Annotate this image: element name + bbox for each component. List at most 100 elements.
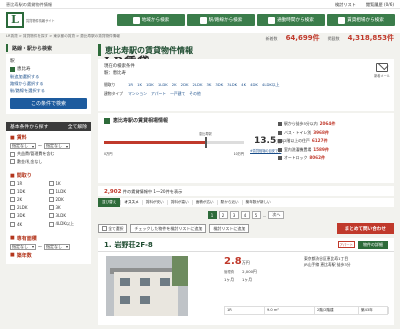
filter-link[interactable]: 1DK [146, 82, 154, 88]
type-link[interactable]: アパート [151, 91, 166, 97]
key-money-value: 1ヶ月 [242, 277, 253, 282]
filter-link[interactable]: 4DK [250, 82, 258, 88]
page-button[interactable]: 5 [251, 211, 261, 219]
add-checked-button[interactable]: チェックした物件を検討リストに追加 [130, 224, 207, 233]
page-button[interactable]: 1 [207, 211, 217, 219]
layout-checkbox[interactable]: 2LDK [10, 205, 49, 210]
site-stats: 新着数 64,699件 掲載数 4,318,853件 [265, 34, 394, 42]
new-mail-label[interactable]: 新着メール [374, 73, 390, 78]
search-button[interactable]: この条件で検索 [10, 98, 87, 109]
list-actions: 全て選択 チェックした物件を検討リストに追加 検討リストに追加 まとめて問い合わ… [98, 223, 394, 234]
feature-item[interactable]: オートロック 8062件 [278, 155, 388, 161]
market-bar-marker [205, 137, 207, 148]
page-button[interactable]: 2 [218, 211, 228, 219]
page-button[interactable]: 4 [240, 211, 250, 219]
checkbox-icon[interactable] [10, 151, 15, 157]
area-section: ■ 専有面積 指定なし ▾ 〜 指定なし ▾ ■ 築年数 [6, 231, 91, 264]
property-type-badge: アパート [337, 241, 355, 248]
train-icon [199, 16, 207, 24]
layout-checkbox[interactable]: 3K [48, 205, 88, 210]
no-deposit-checkbox[interactable]: 敷金/礼金なし [10, 159, 87, 165]
area-min-select[interactable]: 指定なし ▾ [10, 243, 36, 250]
property-photo[interactable] [106, 256, 188, 316]
nav-market-search-button[interactable]: 賃貸相場から検索 [327, 14, 395, 26]
property-header: 1. 岩野荘2F-8 アパート 物件の詳細 [98, 238, 394, 252]
sort-option[interactable]: 賃料が高い [166, 200, 192, 205]
property-name[interactable]: 岩野荘2F-8 [115, 240, 153, 250]
floor-icon [278, 139, 282, 143]
type-link[interactable]: マンション [128, 91, 147, 97]
feature-item[interactable]: 室内洗濯機置場 1589件 [278, 147, 388, 153]
bulk-inquiry-button[interactable]: まとめて問い合わせ [336, 223, 394, 234]
nav-commute-search-button[interactable]: 通勤時間から検索 [257, 14, 325, 26]
type-link[interactable]: その他 [189, 91, 200, 97]
mail-icon[interactable] [376, 63, 388, 72]
layout-checkbox[interactable]: 1R [10, 181, 49, 186]
layout-checkbox[interactable]: 2K [10, 197, 49, 202]
filter-link[interactable]: 3LDK [227, 82, 237, 88]
layout-checkbox[interactable]: 3LDK [48, 213, 88, 218]
spec-floor: 2階/2階建 [315, 307, 359, 314]
feature-item[interactable]: バス・トイレ別 3968件 [278, 130, 388, 136]
station-search-box: 駅 恵比寿 駅追加選択する 路線から選択する 駅/路線を選択する この条件で検索 [6, 54, 91, 114]
feature-item[interactable]: 2階以上の住戸 6127件 [278, 138, 388, 144]
nav-area-search-button[interactable]: 地域から検索 [117, 14, 185, 26]
sort-option[interactable]: 築年数が新しい [241, 200, 274, 205]
favorite-list-button[interactable]: 検討リストに追加 [209, 224, 250, 233]
lock-icon [278, 156, 282, 160]
page-button[interactable]: 3 [229, 211, 239, 219]
sort-option[interactable]: 賃料が安い [141, 200, 167, 205]
station-line-link[interactable]: 駅/路線を選択する [10, 88, 87, 94]
filter-link[interactable]: 4K [241, 82, 246, 88]
filter-link[interactable]: 4LDK以上 [262, 82, 280, 88]
rent-min-select[interactable]: 指定なし ▾ [10, 143, 36, 149]
filter-link[interactable]: 3DK [215, 82, 223, 88]
select-all-checkbox[interactable]: 全て選択 [98, 224, 128, 233]
next-page-button[interactable]: 次へ [268, 211, 285, 219]
sidebar: 路線・駅から検索 駅 恵比寿 駅追加選択する 路線から選択する 駅/路線を選択す… [6, 44, 91, 264]
history-link[interactable]: 閲覧履歴 (0/6) [366, 2, 394, 8]
layout-checkbox[interactable]: 4LDK以上 [48, 221, 88, 227]
layout-checkbox[interactable]: 1DK [10, 189, 49, 194]
favorites-link[interactable]: 検討リスト [335, 2, 356, 8]
filter-link[interactable]: 1R [128, 82, 133, 88]
area-max-select[interactable]: 指定なし ▾ [44, 243, 70, 250]
layout-checkbox[interactable]: 2DK [48, 197, 88, 202]
type-link[interactable]: 一戸建て [170, 91, 185, 97]
checkbox-icon[interactable] [10, 159, 15, 164]
layout-checkbox[interactable]: 4K [10, 221, 49, 227]
layout-checkbox[interactable]: 3DK [10, 213, 49, 218]
spec-age: 築43年 [359, 307, 389, 314]
chevron-down-icon: ▾ [65, 244, 68, 249]
sort-option-recommended[interactable]: オススメ [120, 200, 141, 205]
breadcrumb[interactable]: LR賃貸 > 賃貸物件を探す > 東京都の賃貸 > 恵比寿駅の賃貸物件情報 [6, 34, 120, 39]
layout-checkbox[interactable]: 1LDK [48, 189, 88, 194]
line-select-link[interactable]: 路線から選択する [10, 81, 87, 87]
rent-max-select[interactable]: 指定なし ▾ [44, 143, 70, 149]
sort-option[interactable]: 面積が広い [191, 200, 217, 205]
filter-link[interactable]: 3K [206, 82, 211, 88]
filter-link[interactable]: 2DK [181, 82, 189, 88]
market-bar-label: 恵比寿駅 [199, 132, 212, 136]
site-logo[interactable]: L 賃貸物件情報サイト LR賃貸 [6, 12, 149, 68]
filter-link[interactable]: 1K [137, 82, 142, 88]
include-fee-checkbox[interactable]: 共益費/管理費を含む [10, 151, 87, 157]
checkbox-icon[interactable] [10, 66, 15, 72]
clear-all-link[interactable]: 全て解除 [68, 123, 87, 130]
property-detail-button[interactable]: 物件の詳細 [358, 240, 388, 249]
current-conditions-card: 現在の検索条件 駅：恵比寿 新着メール 間取り 1R 1K 1DK 1LDK 2… [98, 59, 394, 111]
feature-item[interactable]: 駅から徒歩5分以内 2064件 [278, 121, 388, 127]
market-note-link[interactable]: ※賃貸相場の目安です [250, 148, 281, 153]
layout-checkbox[interactable]: 1K [48, 181, 88, 186]
top-links: 検討リスト 閲覧履歴 (0/6) [335, 2, 394, 8]
add-station-link[interactable]: 駅追加選択する [10, 74, 87, 80]
filter-link[interactable]: 2LDK [193, 82, 203, 88]
nav-station-search-button[interactable]: 駅/路線から検索 [187, 14, 255, 26]
station-checkbox-row[interactable]: 恵比寿 [10, 66, 87, 72]
filter-link[interactable]: 1LDK [158, 82, 168, 88]
spec-area: 9.0 m² [265, 307, 315, 314]
filter-link[interactable]: 2K [172, 82, 177, 88]
conditions-value: 駅：恵比寿 [104, 71, 126, 76]
property-card: 1. 岩野荘2F-8 アパート 物件の詳細 2.8万円 管理費 2,000円 1ヶ… [98, 238, 394, 325]
sort-option[interactable]: 駅から近い [216, 200, 242, 205]
